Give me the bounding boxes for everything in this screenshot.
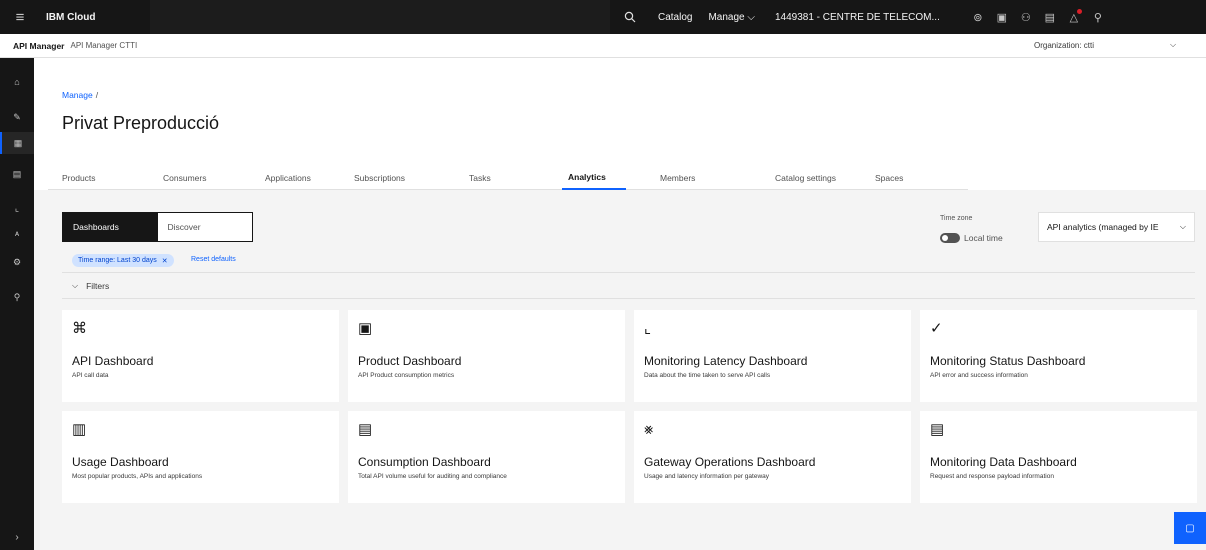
- network-icon: ⌘: [72, 320, 87, 337]
- filters-label: Filters: [86, 280, 110, 291]
- notification-icon[interactable]: △: [1062, 8, 1086, 24]
- tab-bar: Products Consumers Applications Subscrip…: [48, 166, 968, 190]
- calendar-icon[interactable]: ▤: [1038, 11, 1062, 24]
- header-icons: ⊚ ▣ ⚇ ▤ △ ⚲: [966, 8, 1110, 24]
- tile-description: Usage and latency information per gatewa…: [644, 473, 770, 480]
- product-name[interactable]: API Manager: [0, 41, 65, 51]
- timezone-label: Time zone: [940, 215, 973, 222]
- consumption-dashboard-tile[interactable]: ▤ Consumption Dashboard Total API volume…: [348, 411, 625, 503]
- product-instance: API Manager CTTI: [70, 41, 138, 50]
- api-dashboard-tile[interactable]: ⌘ API Dashboard API call data: [62, 310, 339, 402]
- chevron-down-icon[interactable]: ⌵: [1170, 40, 1176, 50]
- catalog-icon[interactable]: ▤: [0, 163, 34, 185]
- discover-switch[interactable]: Discover: [158, 213, 253, 241]
- menu-icon[interactable]: ≡: [0, 0, 40, 34]
- edit-icon[interactable]: ✎: [0, 106, 34, 128]
- manage-icon[interactable]: ▦: [0, 132, 34, 154]
- top-bar: ≡ IBM Cloud Catalog Manage ⌵ 1449381 - C…: [0, 0, 1206, 34]
- manage-menu[interactable]: Manage ⌵: [700, 12, 763, 23]
- chevron-down-icon: ⌵: [72, 280, 79, 290]
- tile-description: Total API volume useful for auditing and…: [358, 473, 507, 480]
- tile-description: API call data: [72, 372, 109, 379]
- filters-toggle[interactable]: ⌵ Filters: [62, 272, 1195, 299]
- chat-icon[interactable]: ▢: [1174, 512, 1206, 544]
- search-icon[interactable]: ⚲: [0, 286, 34, 308]
- tile-title: Monitoring Data Dashboard: [930, 455, 1077, 469]
- top-nav: Catalog Manage ⌵: [650, 0, 763, 34]
- organization-label[interactable]: Organization: ctti: [1034, 41, 1094, 50]
- product-icon: ▣: [358, 320, 373, 337]
- search-icon[interactable]: [610, 0, 650, 34]
- usage-dashboard-tile[interactable]: ▥ Usage Dashboard Most popular products,…: [62, 411, 339, 503]
- brand-name[interactable]: IBM Cloud: [40, 12, 150, 23]
- view-switcher: Dashboards Discover: [62, 212, 253, 242]
- tile-title: Monitoring Latency Dashboard: [644, 354, 808, 368]
- breadcrumb-manage[interactable]: Manage: [62, 90, 93, 100]
- tile-title: Usage Dashboard: [72, 455, 169, 469]
- tile-title: Consumption Dashboard: [358, 455, 491, 469]
- monitoring-latency-dashboard-tile[interactable]: ⌞ Monitoring Latency Dashboard Data abou…: [634, 310, 911, 402]
- timezone-value: Local time: [964, 233, 1003, 243]
- product-dashboard-tile[interactable]: ▣ Product Dashboard API Product consumpt…: [348, 310, 625, 402]
- tab-spaces[interactable]: Spaces: [869, 166, 909, 190]
- time-range-label: Time range: Last 30 days: [78, 257, 157, 264]
- data-source-value: API analytics (managed by IE: [1047, 222, 1159, 232]
- tile-description: Data about the time taken to serve API c…: [644, 372, 771, 379]
- timezone-toggle[interactable]: [940, 233, 960, 243]
- gateway-icon: ⨳: [644, 421, 654, 438]
- time-range-tag[interactable]: Time range: Last 30 days ✕: [72, 254, 174, 267]
- tile-description: Most popular products, APIs and applicat…: [72, 473, 203, 480]
- monitoring-status-dashboard-tile[interactable]: ✓ Monitoring Status Dashboard API error …: [920, 310, 1197, 402]
- main-content: Manage / Privat Preproducció Products Con…: [34, 58, 1206, 550]
- monitoring-data-dashboard-tile[interactable]: ▤ Monitoring Data Dashboard Request and …: [920, 411, 1197, 503]
- close-icon[interactable]: ✕: [162, 257, 168, 265]
- analytics-icon[interactable]: ⌞: [0, 197, 34, 219]
- data-source-select[interactable]: API analytics (managed by IE ⌵: [1038, 212, 1195, 242]
- home-icon[interactable]: ⌂: [0, 71, 34, 93]
- chevron-right-icon[interactable]: ›: [0, 532, 34, 543]
- page-header: Manage / Privat Preproducció Products Con…: [34, 58, 1206, 190]
- tile-description: API error and success information: [930, 372, 1028, 379]
- data-table-icon: ▤: [930, 421, 945, 438]
- receipt-icon: ▤: [358, 421, 373, 438]
- side-nav: ⌂ ✎ ▦ ▤ ⌞ ᴬ ⚙ ⚲ ›: [0, 58, 34, 550]
- reset-defaults-link[interactable]: Reset defaults: [191, 256, 236, 263]
- tile-title: API Dashboard: [72, 354, 154, 368]
- page-title: Privat Preproducció: [62, 113, 220, 133]
- product-bar: API Manager API Manager CTTI Organizatio…: [0, 34, 1206, 58]
- notification-dot: [1076, 8, 1082, 14]
- cost-estimator-icon[interactable]: ▣: [990, 11, 1014, 24]
- latency-chart-icon: ⌞: [644, 320, 652, 337]
- tile-title: Product Dashboard: [358, 354, 462, 368]
- members-icon[interactable]: ᴬ: [0, 224, 34, 246]
- tab-tasks[interactable]: Tasks: [463, 166, 497, 190]
- settings-icon[interactable]: ⚙: [0, 251, 34, 273]
- breadcrumb: Manage /: [62, 90, 98, 100]
- tile-title: Gateway Operations Dashboard: [644, 455, 816, 469]
- tab-products[interactable]: Products: [56, 166, 102, 190]
- account-switcher[interactable]: 1449381 - CENTRE DE TELECOM...: [763, 12, 950, 23]
- tab-applications[interactable]: Applications: [259, 166, 317, 190]
- bar-chart-icon: ▥: [72, 421, 87, 438]
- tab-consumers[interactable]: Consumers: [157, 166, 212, 190]
- tile-description: Request and response payload information: [930, 473, 1054, 480]
- tile-title: Monitoring Status Dashboard: [930, 354, 1086, 368]
- catalog-link[interactable]: Catalog: [650, 12, 700, 23]
- user-avatar-icon[interactable]: ⚲: [1086, 11, 1110, 24]
- tab-catalog-settings[interactable]: Catalog settings: [769, 166, 842, 190]
- tile-description: API Product consumption metrics: [358, 372, 455, 379]
- tab-analytics[interactable]: Analytics: [562, 166, 626, 190]
- chevron-down-icon: ⌵: [1179, 222, 1186, 231]
- dashboards-switch[interactable]: Dashboards: [63, 213, 158, 241]
- tab-subscriptions[interactable]: Subscriptions: [348, 166, 411, 190]
- gateway-operations-dashboard-tile[interactable]: ⨳ Gateway Operations Dashboard Usage and…: [634, 411, 911, 503]
- global-search-input[interactable]: [150, 0, 610, 34]
- help-icon[interactable]: ⊚: [966, 11, 990, 24]
- users-icon[interactable]: ⚇: [1014, 11, 1038, 24]
- checkmark-icon: ✓: [930, 320, 943, 337]
- tab-members[interactable]: Members: [654, 166, 701, 190]
- breadcrumb-separator: /: [95, 90, 99, 100]
